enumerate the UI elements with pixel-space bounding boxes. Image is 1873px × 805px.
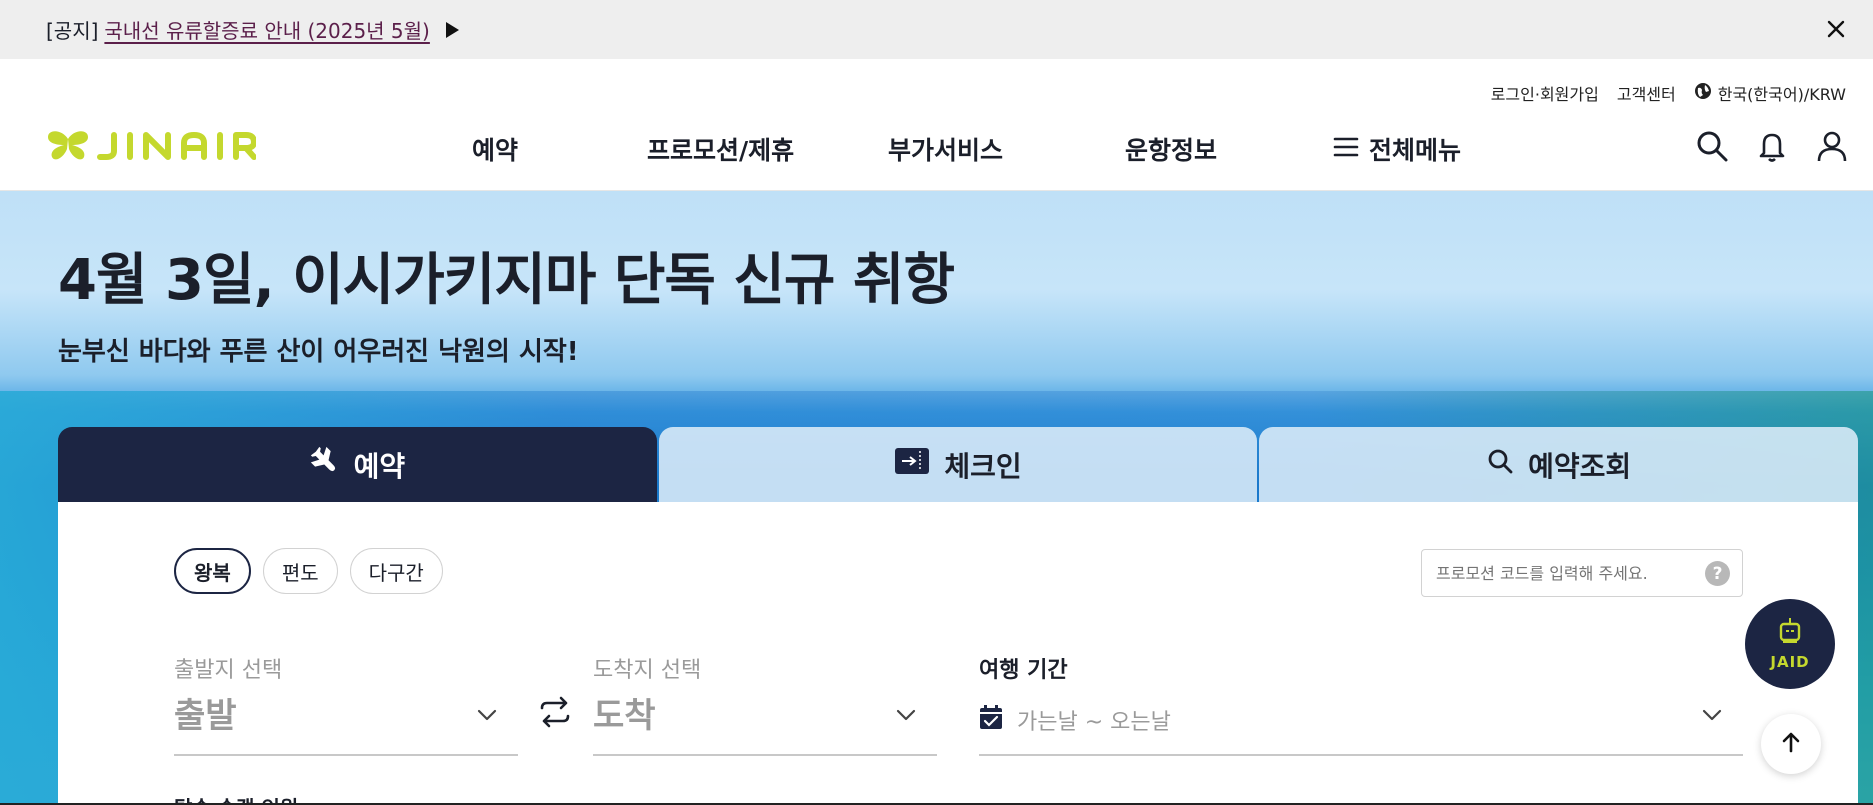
- travel-period-value: 가는날 ~ 오는날: [1017, 710, 1171, 735]
- trip-type-selector: 왕복 편도 다구간: [174, 548, 443, 594]
- tab-reserve[interactable]: 예약: [58, 427, 657, 502]
- origin-value: 출발: [174, 696, 237, 736]
- search-icon: [1486, 447, 1514, 482]
- swap-icon[interactable]: [538, 695, 572, 729]
- play-icon[interactable]: [445, 21, 459, 38]
- nav-item-reserve[interactable]: 예약: [472, 131, 518, 167]
- nav-item-promotion[interactable]: 프로모션/제휴: [647, 131, 794, 167]
- destination-value: 도착: [593, 696, 656, 736]
- user-icon[interactable]: [1815, 129, 1849, 163]
- all-menu-label: 전체메뉴: [1369, 136, 1462, 165]
- chevron-down-icon: [895, 704, 917, 726]
- tab-lookup[interactable]: 예약조회: [1259, 427, 1859, 502]
- globe-icon: [1694, 82, 1712, 104]
- language-label: 한국(한국어)/KRW: [1717, 85, 1846, 104]
- chevron-down-icon: [1701, 704, 1723, 726]
- robot-icon: [1775, 617, 1805, 651]
- nav-item-extra-services[interactable]: 부가서비스: [888, 131, 1003, 167]
- language-selector[interactable]: 한국(한국어)/KRW: [1694, 81, 1846, 105]
- chevron-down-icon: [476, 704, 498, 726]
- travel-period-label: 여행 기간: [979, 658, 1068, 683]
- notice-link[interactable]: 국내선 유류할증료 안내 (2025년 5월): [104, 15, 429, 44]
- hero-subtitle: 눈부신 바다와 푸른 산이 어우러진 낙원의 시작!: [58, 337, 579, 367]
- origin-field[interactable]: 출발지 선택 출발: [174, 652, 518, 756]
- main-nav: 예약 프로모션/제휴 부가서비스 운항정보 전체메뉴: [0, 131, 1873, 171]
- site-header: 로그인·회원가입 고객센터 한국(한국어)/KRW 예약 프로모션/제휴 부가서…: [0, 59, 1873, 191]
- search-icon[interactable]: [1695, 129, 1729, 163]
- booking-tabs: 예약 체크인 예약조회: [58, 427, 1859, 502]
- travel-period-field[interactable]: 여행 기간 가는날 ~ 오는날: [979, 652, 1743, 756]
- scroll-top-button[interactable]: [1761, 714, 1821, 774]
- calendar-icon: [979, 704, 1003, 730]
- hamburger-icon: [1333, 135, 1359, 164]
- boarding-pass-icon: [894, 447, 930, 482]
- trip-type-oneway[interactable]: 편도: [262, 548, 338, 594]
- origin-label: 출발지 선택: [174, 658, 283, 683]
- tab-lookup-label: 예약조회: [1528, 449, 1632, 483]
- trip-type-roundtrip[interactable]: 왕복: [174, 548, 251, 594]
- promo-code-input[interactable]: [1436, 563, 1696, 583]
- airplane-icon: [310, 446, 340, 483]
- jaid-label: JAID: [1770, 653, 1810, 671]
- tab-checkin-label: 체크인: [944, 449, 1022, 483]
- support-link[interactable]: 고객센터: [1617, 81, 1676, 105]
- tab-checkin[interactable]: 체크인: [658, 427, 1258, 502]
- destination-label: 도착지 선택: [593, 658, 702, 683]
- nav-item-flight-info[interactable]: 운항정보: [1125, 131, 1217, 167]
- help-icon[interactable]: ?: [1705, 561, 1730, 586]
- close-icon[interactable]: [1821, 14, 1851, 44]
- utility-links: 로그인·회원가입 고객센터 한국(한국어)/KRW: [1491, 81, 1846, 105]
- header-icons: [1695, 129, 1849, 163]
- tab-reserve-label: 예약: [353, 449, 406, 483]
- arrow-up-icon: [1779, 730, 1803, 758]
- booking-panel: 왕복 편도 다구간 ? 출발지 선택 출발 도착지 선택 도착 여행 기간 가는…: [58, 502, 1858, 805]
- hero-title: 4월 3일, 이시가키지마 단독 신규 취항: [58, 248, 955, 313]
- jaid-assistant-button[interactable]: JAID: [1745, 599, 1835, 689]
- login-link[interactable]: 로그인·회원가입: [1491, 81, 1599, 105]
- notice-tag: [공지]: [46, 19, 99, 43]
- destination-field[interactable]: 도착지 선택 도착: [593, 652, 937, 756]
- notice-bar: [공지] 국내선 유류할증료 안내 (2025년 5월): [0, 0, 1873, 59]
- bell-icon[interactable]: [1755, 129, 1789, 163]
- nav-item-all-menu[interactable]: 전체메뉴: [1333, 131, 1461, 167]
- promo-code-box: ?: [1421, 549, 1743, 597]
- trip-type-multicity[interactable]: 다구간: [349, 548, 443, 594]
